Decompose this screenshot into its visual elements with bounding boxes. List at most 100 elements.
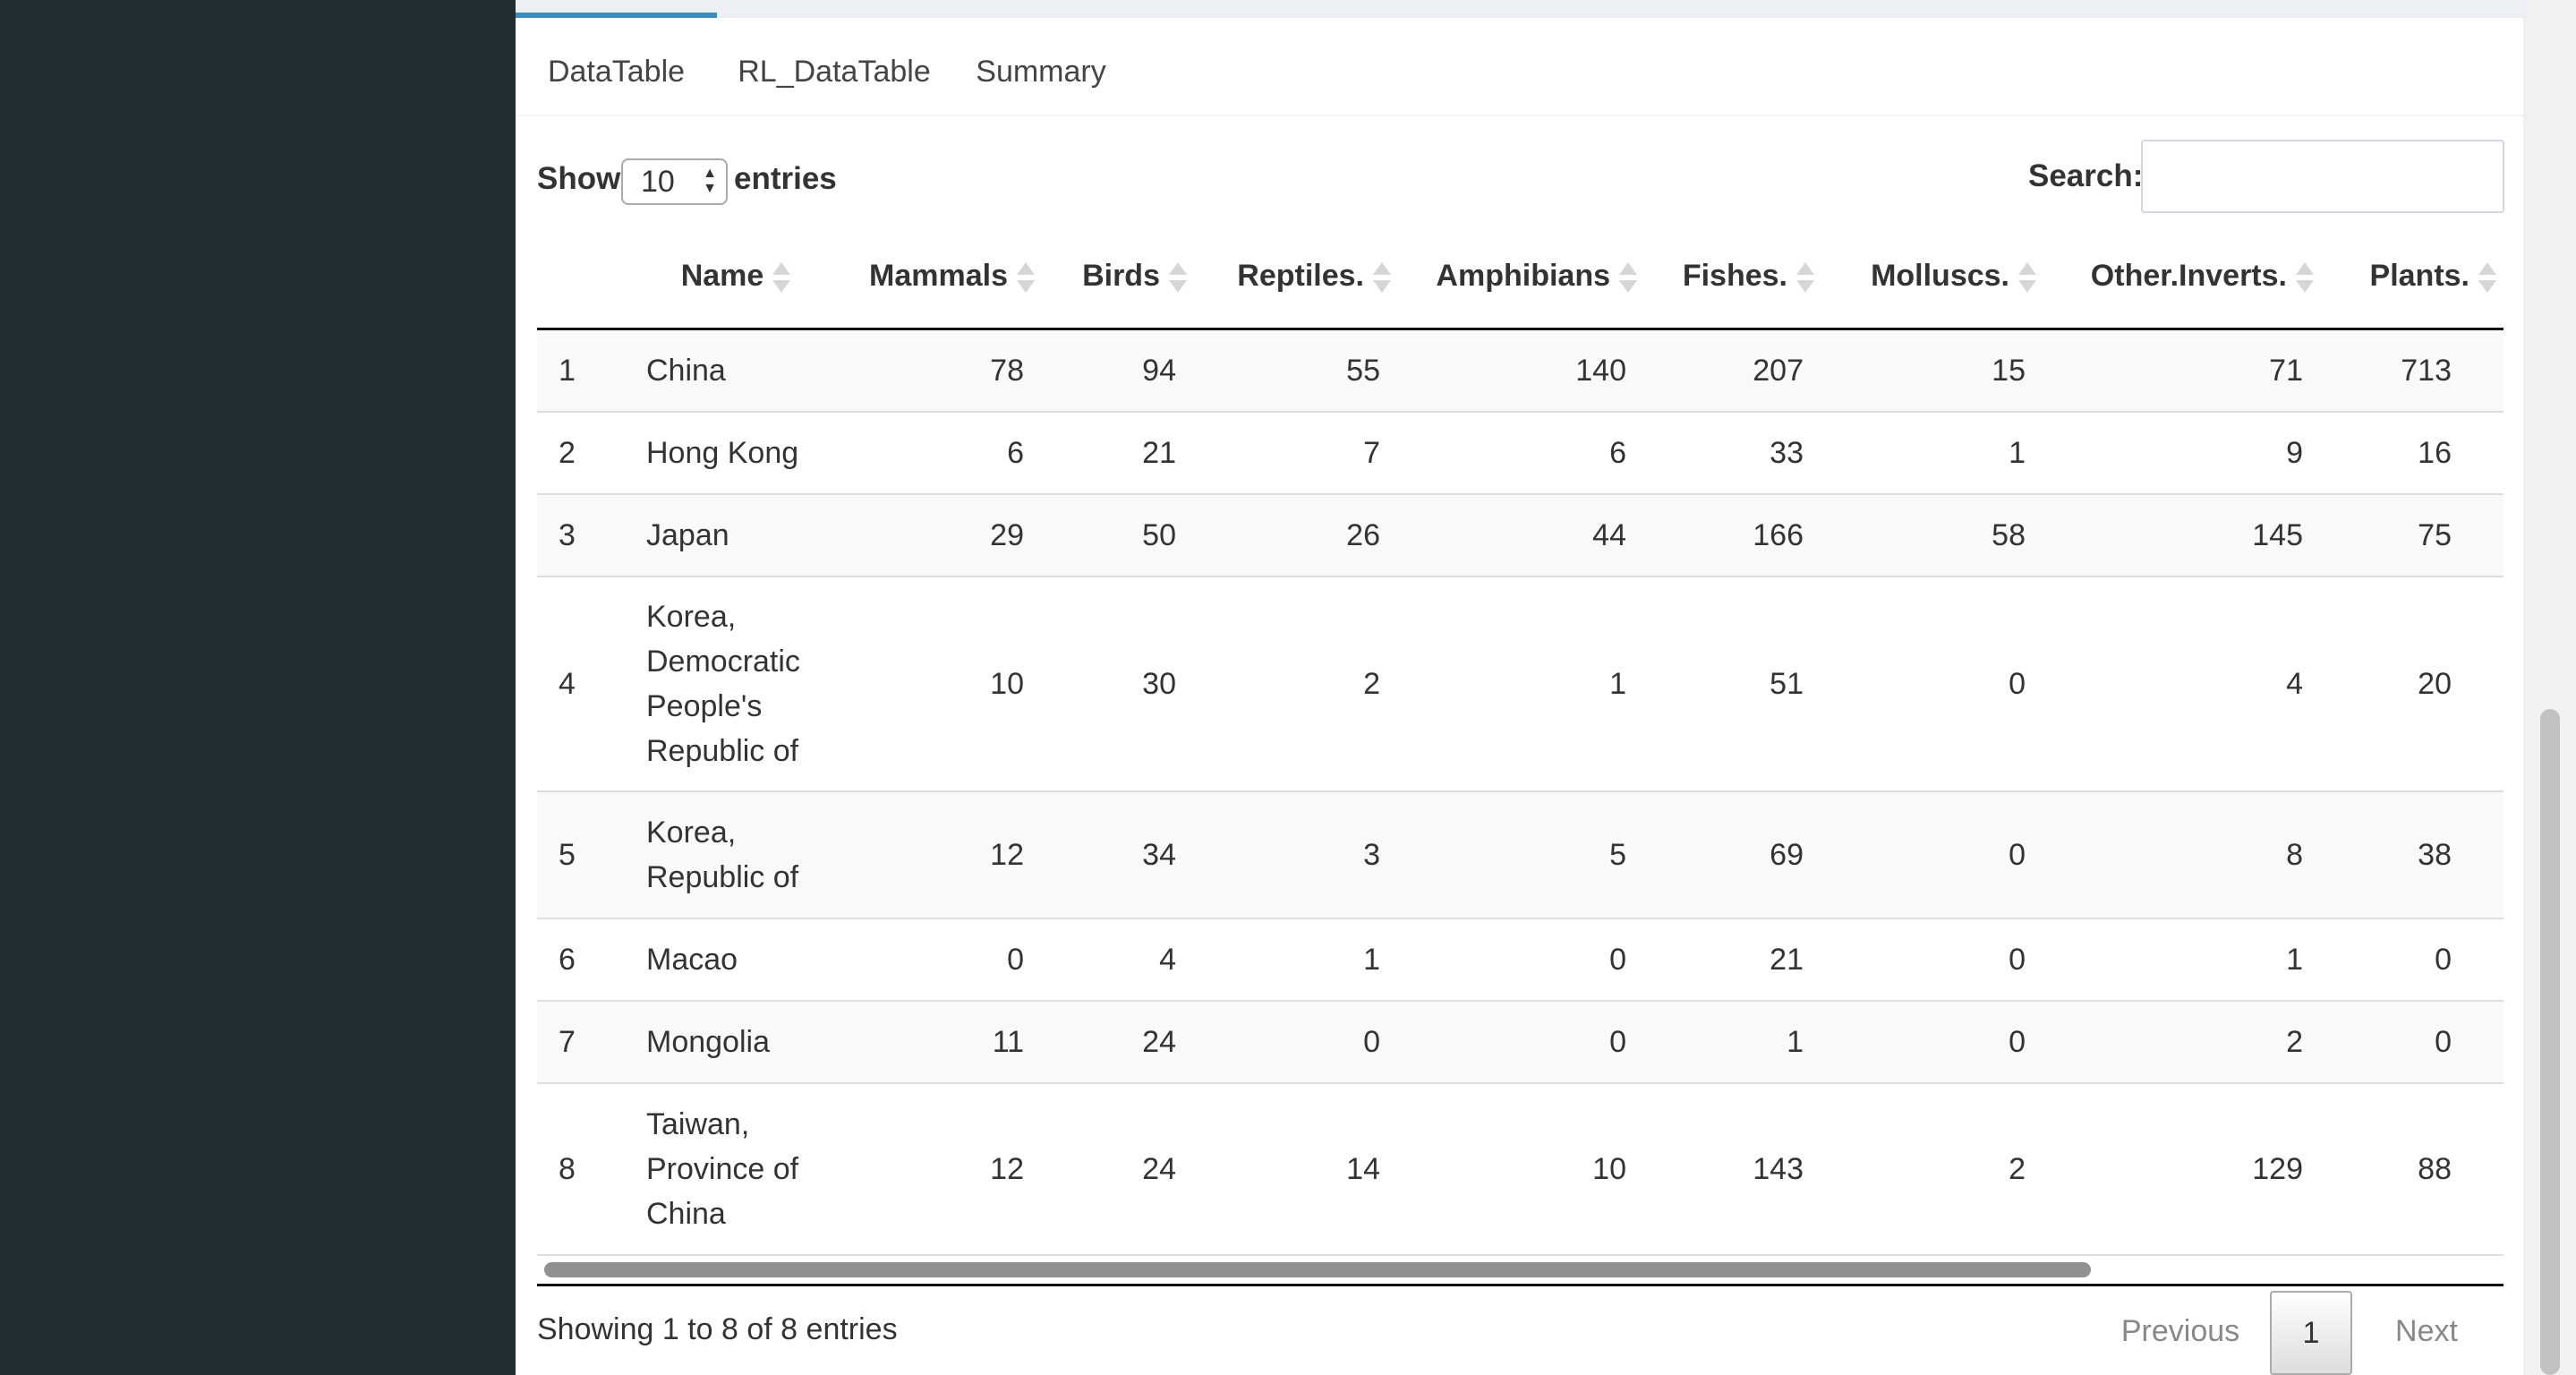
cell-value: 0 (1821, 918, 2043, 1002)
header-label: Birds (1082, 259, 1160, 294)
cell-value: 143 (1644, 1082, 1821, 1256)
tab-panel: DataTable RL_DataTable Summary Show 10 ▲… (516, 13, 2523, 1375)
cell-value: 1 (1644, 1000, 1821, 1084)
cell-value: 16 (2321, 411, 2503, 495)
cell-value: 24 (1042, 1000, 1194, 1084)
table-row[interactable]: 3 Japan 29 50 26 44 166 58 145 75 (537, 493, 2503, 577)
cell-name: Taiwan, Province of China (628, 1082, 843, 1256)
cell-value: 69 (1644, 790, 1821, 919)
table-row[interactable]: 8 Taiwan, Province of China 12 24 14 10 143 2 12… (537, 1082, 2503, 1256)
cell-value: 6 (843, 411, 1042, 495)
cell-value: 51 (1644, 576, 1821, 792)
table-row[interactable]: 7 Mongolia 11 24 0 0 1 0 2 0 (537, 1000, 2503, 1084)
cell-value: 12 (843, 1082, 1042, 1256)
cell-value: 2 (2043, 1000, 2321, 1084)
cell-value: 12 (843, 790, 1042, 919)
entries-select[interactable]: 10 ▲ ▼ (621, 158, 728, 205)
table-row[interactable]: 1 China 78 94 55 140 207 15 71 713 (537, 329, 2503, 413)
select-arrows-icon: ▲ ▼ (703, 166, 717, 196)
cell-value: 4 (1042, 918, 1194, 1002)
previous-button[interactable]: Previous (2109, 1291, 2252, 1371)
data-table: Name Mammals Birds Reptiles. Amphibians Fishe… (537, 226, 2503, 1256)
next-button[interactable]: Next (2368, 1291, 2485, 1371)
header-other-inverts[interactable]: Other.Inverts. (2043, 226, 2321, 330)
cell-value: 5 (1398, 790, 1644, 919)
tab-summary[interactable]: Summary (951, 18, 1130, 115)
cell-value: 166 (1644, 493, 1821, 577)
cell-value: 2 (1821, 1082, 2043, 1256)
sort-icon (1619, 261, 1637, 295)
cell-value: 78 (843, 329, 1042, 413)
cell-value: 15 (1821, 329, 2043, 413)
sort-icon (2018, 261, 2036, 295)
table-info: Showing 1 to 8 of 8 entries (537, 1312, 898, 1346)
sort-icon (1373, 261, 1391, 295)
cell-value: 8 (2043, 790, 2321, 919)
row-index: 1 (537, 329, 628, 413)
cell-value: 11 (843, 1000, 1042, 1084)
header-label: Molluscs. (1871, 259, 2009, 294)
sort-icon (1796, 261, 1814, 295)
cell-value: 0 (1398, 1000, 1644, 1084)
row-index: 5 (537, 790, 628, 919)
row-index: 4 (537, 576, 628, 792)
header-label: Amphibians (1436, 259, 1610, 294)
sort-icon (2296, 261, 2314, 295)
header-reptiles[interactable]: Reptiles. (1194, 226, 1398, 330)
cell-value: 1 (1821, 411, 2043, 495)
cell-value: 20 (2321, 576, 2503, 792)
header-plants[interactable]: Plants. (2321, 226, 2503, 330)
header-fishes[interactable]: Fishes. (1644, 226, 1821, 330)
data-table-wrapper: Name Mammals Birds Reptiles. Amphibians Fishe… (537, 226, 2503, 1260)
cell-value: 14 (1194, 1082, 1398, 1256)
table-row[interactable]: 5 Korea, Republic of 12 34 3 5 69 0 8 38 (537, 790, 2503, 919)
header-label: Reptiles. (1237, 259, 1364, 294)
search-label: Search: (2028, 158, 2144, 193)
cell-value: 88 (2321, 1082, 2503, 1256)
cell-value: 1 (2043, 918, 2321, 1002)
cell-value: 75 (2321, 493, 2503, 577)
header-molluscs[interactable]: Molluscs. (1821, 226, 2043, 330)
main-content: DataTable RL_DataTable Summary Show 10 ▲… (516, 0, 2526, 1375)
tab-rl-datatable[interactable]: RL_DataTable (717, 18, 951, 115)
cell-value: 2 (1194, 576, 1398, 792)
cell-value: 21 (1042, 411, 1194, 495)
table-row[interactable]: 2 Hong Kong 6 21 7 6 33 1 9 16 (537, 411, 2503, 495)
cell-value: 50 (1042, 493, 1194, 577)
cell-value: 10 (843, 576, 1042, 792)
cell-value: 55 (1194, 329, 1398, 413)
show-label: Show (537, 161, 621, 196)
cell-value: 140 (1398, 329, 1644, 413)
cell-value: 9 (2043, 411, 2321, 495)
content-header-strip (516, 0, 2526, 18)
search-input[interactable] (2141, 140, 2504, 213)
tab-datatable[interactable]: DataTable (516, 13, 717, 120)
header-amphibians[interactable]: Amphibians (1398, 226, 1644, 330)
table-row[interactable]: 4 Korea, Democratic People's Republic of 1… (537, 576, 2503, 792)
cell-value: 1 (1398, 576, 1644, 792)
header-birds[interactable]: Birds (1042, 226, 1194, 330)
cell-value: 713 (2321, 329, 2503, 413)
row-index: 6 (537, 918, 628, 1002)
row-index: 2 (537, 411, 628, 495)
header-label: Name (680, 259, 764, 294)
cell-value: 38 (2321, 790, 2503, 919)
horizontal-scroll-thumb[interactable] (544, 1262, 2091, 1277)
header-label: Mammals (869, 259, 1008, 294)
page-1-button[interactable]: 1 (2270, 1291, 2352, 1375)
header-mammals[interactable]: Mammals (843, 226, 1042, 330)
cell-value: 1 (1194, 918, 1398, 1002)
table-header-row: Name Mammals Birds Reptiles. Amphibians Fishe… (537, 226, 2503, 330)
entries-select-value: 10 (641, 165, 675, 199)
cell-name: Macao (628, 918, 843, 1002)
horizontal-scrollbar[interactable] (537, 1257, 2503, 1286)
header-name[interactable]: Name (628, 226, 843, 330)
cell-value: 0 (2321, 1000, 2503, 1084)
row-index: 8 (537, 1082, 628, 1256)
pagination: Previous 1 Next (2109, 1291, 2503, 1375)
header-label: Fishes. (1682, 259, 1787, 294)
cell-value: 94 (1042, 329, 1194, 413)
cell-value: 3 (1194, 790, 1398, 919)
table-row[interactable]: 6 Macao 0 4 1 0 21 0 1 0 (537, 918, 2503, 1002)
page-scroll-thumb[interactable] (2540, 709, 2560, 1375)
